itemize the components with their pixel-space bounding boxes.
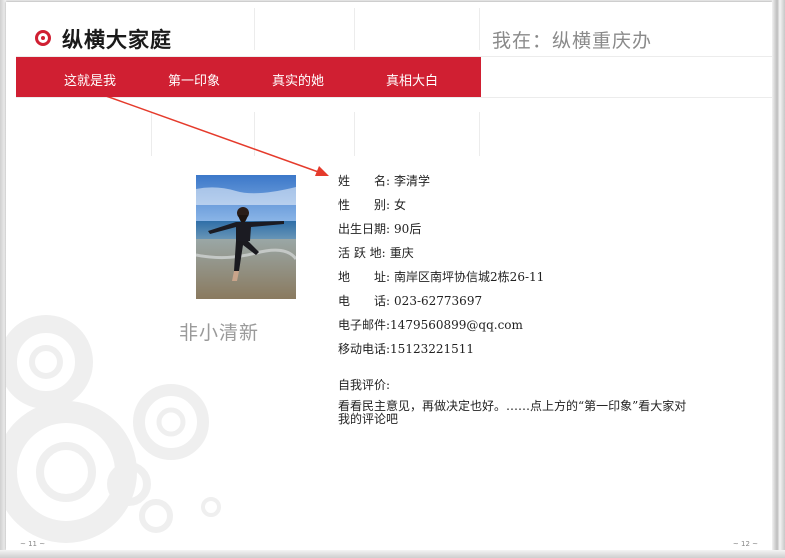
page-number-right: ~ 12 ~ [732, 540, 758, 548]
info-row-phone: 电 话: 023-62773697 [338, 292, 482, 309]
profile-photo [196, 175, 296, 299]
field-value: 李清学 [394, 174, 431, 188]
field-label: 性 别: [338, 198, 391, 212]
nav-item-real-her[interactable]: 真实的她 [272, 70, 324, 89]
field-label: 移动电话: [338, 342, 391, 356]
target-logo-icon [35, 30, 51, 46]
field-value: 1479560899@qq.com [390, 318, 523, 332]
self-evaluation-label: 自我评价: [338, 378, 391, 392]
info-row-address: 地 址: 南岸区南坪协信城2栋26-11 [338, 268, 544, 285]
info-row-mobile: 移动电话:15123221511 [338, 340, 474, 357]
info-row-active-place: 活 跃 地: 重庆 [338, 244, 414, 261]
photo-caption: 非小清新 [179, 322, 260, 344]
info-row-birth: 出生日期: 90后 [338, 220, 421, 237]
info-row-email: 电子邮件:1479560899@qq.com [338, 316, 523, 333]
field-label: 电 话: [338, 294, 391, 308]
field-label: 活 跃 地: [338, 246, 386, 260]
location-text: 我在：纵横重庆办 [492, 30, 653, 52]
field-value: 南岸区南坪协信城2栋26-11 [394, 270, 545, 284]
self-evaluation-text: 看看民主意见，再做决定也好。……点上方的“第一印象”看大家对我的评论吧 [338, 399, 687, 426]
info-row-gender: 性 别: 女 [338, 196, 406, 213]
field-label: 出生日期: [338, 222, 391, 236]
field-value: 女 [394, 198, 407, 212]
page-number-left: ~ 11 ~ [20, 540, 46, 548]
nav-bar: 这就是我 第一印象 真实的她 真相大白 [16, 57, 481, 97]
field-label: 地 址: [338, 270, 391, 284]
field-label: 姓 名: [338, 174, 391, 188]
nav-item-truth[interactable]: 真相大白 [386, 70, 438, 89]
slide-page: 纵横大家庭 我在：纵横重庆办 这就是我 第一印象 真实的她 真相大白 非小清新 … [6, 2, 772, 550]
field-value: 90后 [394, 222, 422, 236]
field-value: 重庆 [389, 246, 414, 260]
page-edge-bottom [0, 550, 785, 558]
info-row-name: 姓 名: 李清学 [338, 172, 430, 189]
field-value: 023-62773697 [394, 294, 483, 308]
page-edge-right [772, 0, 785, 558]
field-value: 15123221511 [390, 342, 475, 356]
nav-item-this-is-me[interactable]: 这就是我 [64, 70, 116, 89]
nav-item-first-impression[interactable]: 第一印象 [168, 70, 220, 89]
field-label: 电子邮件: [338, 318, 391, 332]
brand-title: 纵横大家庭 [62, 28, 172, 52]
